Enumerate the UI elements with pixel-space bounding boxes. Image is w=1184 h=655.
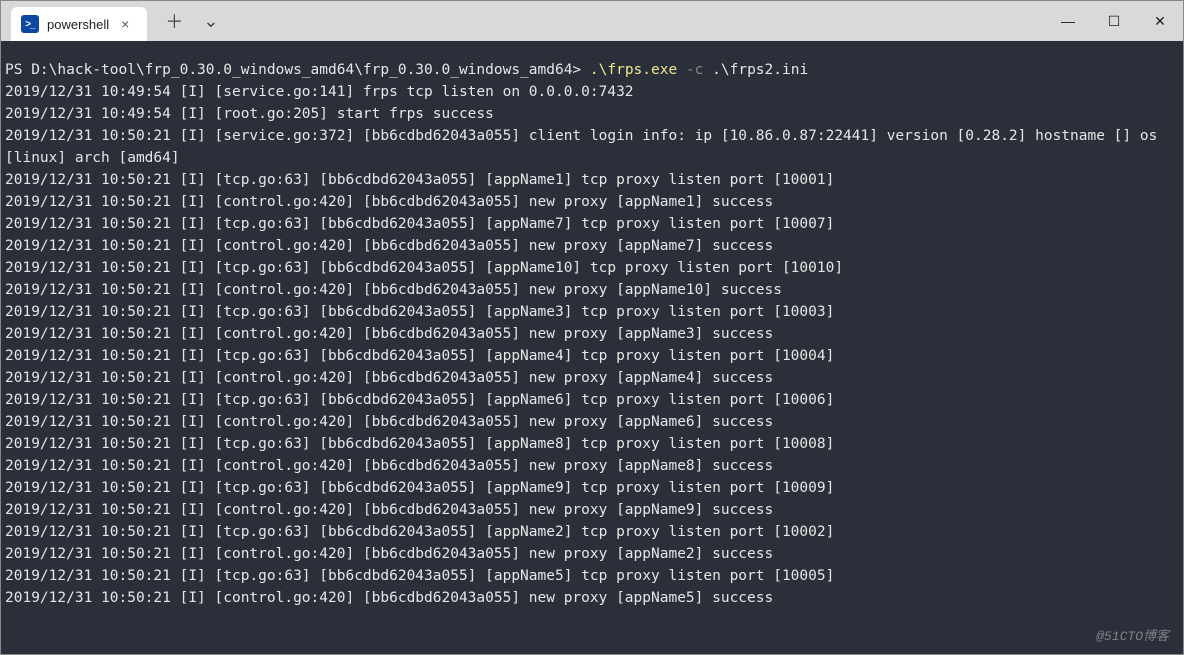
titlebar-drag-area[interactable] — [236, 1, 1045, 41]
command-exe: .\frps.exe — [590, 62, 677, 78]
window-controls: — ☐ ✕ — [1045, 1, 1183, 41]
minimize-button[interactable]: — — [1045, 1, 1091, 41]
watermark: @51CTO博客 — [1096, 626, 1169, 648]
titlebar: powershell × ＋ ⌄ — ☐ ✕ — [1, 1, 1183, 41]
terminal-output: PS D:\hack-tool\frp_0.30.0_windows_amd64… — [5, 59, 1179, 609]
log-lines: 2019/12/31 10:49:54 [I] [service.go:141]… — [5, 84, 1166, 606]
powershell-icon — [21, 15, 39, 33]
tab-actions: ＋ ⌄ — [147, 1, 236, 41]
terminal-pane[interactable]: PS D:\hack-tool\frp_0.30.0_windows_amd64… — [1, 41, 1183, 654]
maximize-button[interactable]: ☐ — [1091, 1, 1137, 41]
new-tab-button[interactable]: ＋ — [161, 4, 187, 38]
tab-strip: powershell × — [1, 1, 147, 41]
terminal-window: powershell × ＋ ⌄ — ☐ ✕ PS D:\hack-tool\f… — [0, 0, 1184, 655]
tab-close-button[interactable]: × — [117, 14, 133, 34]
tab-dropdown-button[interactable]: ⌄ — [199, 7, 222, 36]
command-flag: -c — [686, 62, 703, 78]
command-arg: .\frps2.ini — [712, 62, 808, 78]
tab-powershell[interactable]: powershell × — [11, 7, 147, 41]
tab-label: powershell — [47, 17, 109, 32]
close-button[interactable]: ✕ — [1137, 1, 1183, 41]
prompt-path: PS D:\hack-tool\frp_0.30.0_windows_amd64… — [5, 62, 581, 78]
